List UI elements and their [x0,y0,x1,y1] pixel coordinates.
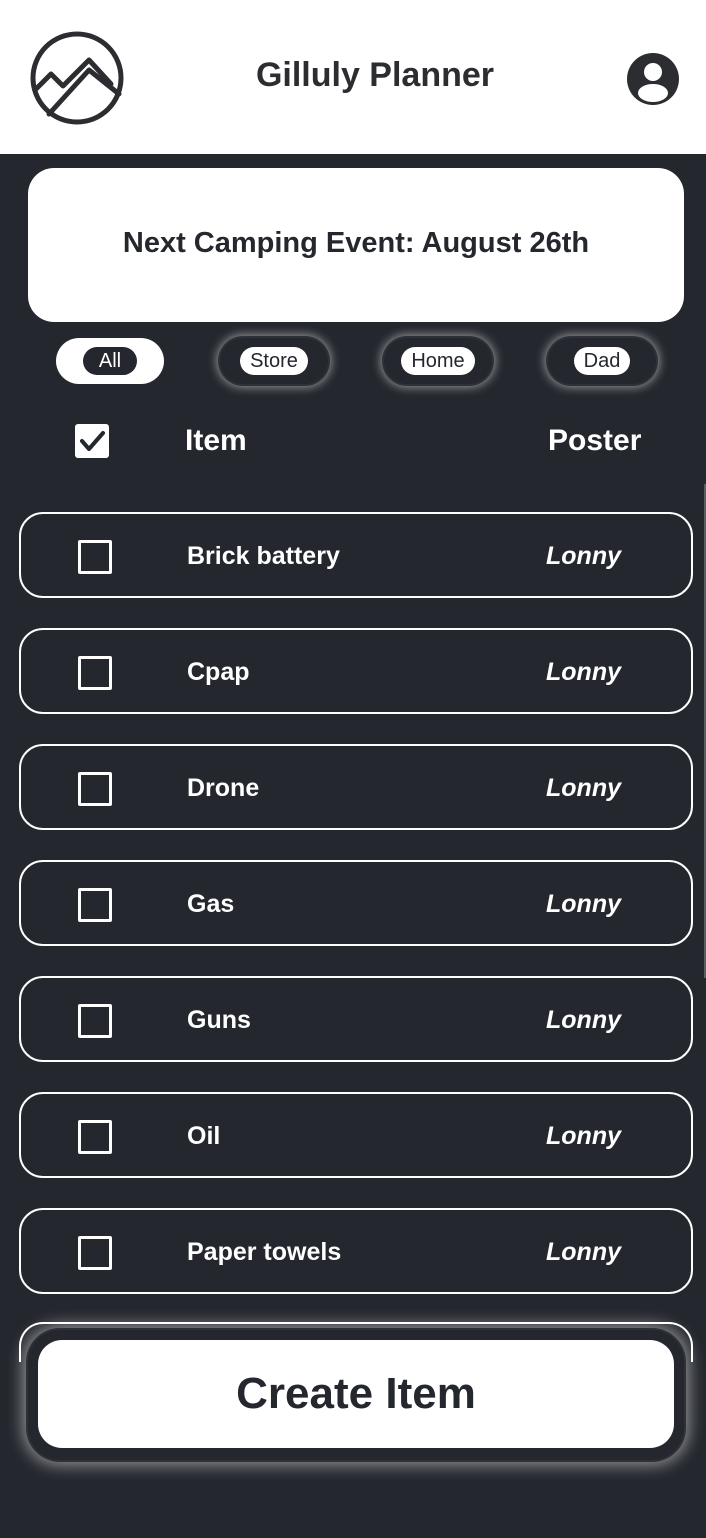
list-item[interactable]: Oil Lonny [19,1092,693,1178]
item-checkbox[interactable] [78,1236,112,1270]
list-item[interactable]: Gas Lonny [19,860,693,946]
item-name: Cpap [187,658,250,686]
column-header-poster: Poster [548,424,642,457]
item-checkbox[interactable] [78,888,112,922]
item-checkbox[interactable] [78,540,112,574]
item-checkbox[interactable] [78,772,112,806]
item-poster: Lonny [546,890,621,918]
filter-all[interactable]: All [56,338,164,384]
filter-dad-label: Dad [573,347,631,375]
select-all-checkbox[interactable] [75,424,109,458]
item-poster: Lonny [546,1122,621,1150]
user-avatar-icon[interactable] [626,52,680,106]
item-name: Drone [187,774,260,802]
list-item[interactable]: Paper towels Lonny [19,1208,693,1294]
item-poster: Lonny [546,1006,621,1034]
create-item-button-frame: Create Item [28,1330,684,1460]
filter-home[interactable]: Home [384,338,492,384]
filter-store[interactable]: Store [220,338,328,384]
list-item[interactable]: Brick battery Lonny [19,512,693,598]
create-item-button[interactable]: Create Item [38,1340,674,1448]
filter-store-label: Store [240,347,308,375]
item-checkbox[interactable] [78,1004,112,1038]
item-name: Paper towels [187,1238,342,1266]
item-poster: Lonny [546,658,621,686]
item-poster: Lonny [546,542,621,570]
item-name: Oil [187,1122,221,1150]
item-checkbox[interactable] [78,656,112,690]
app-title: Gilluly Planner [255,56,495,94]
list-item[interactable]: Cpap Lonny [19,628,693,714]
app-header: Gilluly Planner [0,0,706,154]
item-name: Gas [187,890,235,918]
filter-home-label: Home [401,347,475,375]
item-name: Guns [187,1006,251,1034]
item-poster: Lonny [546,774,621,802]
column-header-item: Item [185,424,247,457]
list-item[interactable]: Guns Lonny [19,976,693,1062]
next-event-card: Next Camping Event: August 26th [28,168,684,322]
next-event-text: Next Camping Event: August 26th [122,227,590,259]
filter-dad[interactable]: Dad [548,338,656,384]
item-checkbox[interactable] [78,1120,112,1154]
item-name: Brick battery [187,542,340,570]
item-poster: Lonny [546,1238,621,1266]
filter-all-label: All [82,347,138,375]
checkmark-icon [80,431,105,451]
list-item[interactable]: Drone Lonny [19,744,693,830]
